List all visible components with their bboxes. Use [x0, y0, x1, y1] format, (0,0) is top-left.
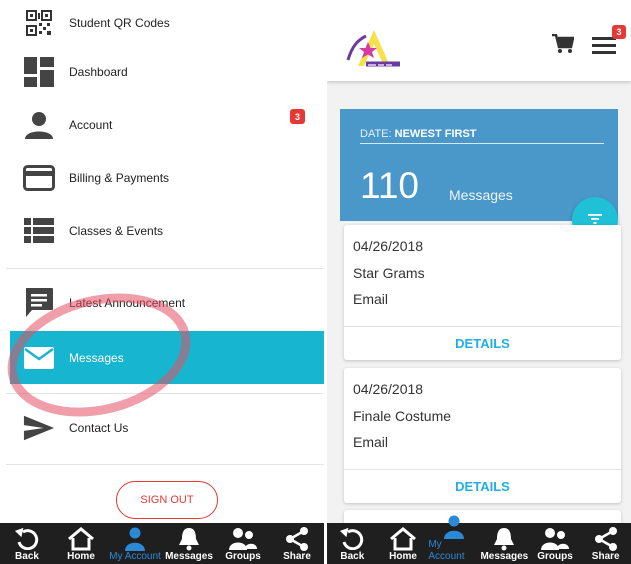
- sort-prefix: DATE:: [360, 128, 392, 140]
- menu-item-billing-payments[interactable]: Billing & Payments: [0, 151, 324, 204]
- messages-screen: 3 DATE: NEWEST FIRST 110 Messages 04/26/…: [327, 0, 631, 564]
- tab-label: Back: [15, 551, 39, 562]
- cart-icon[interactable]: [552, 33, 575, 59]
- menu-item-classes-events[interactable]: Classes & Events: [0, 204, 324, 257]
- back-icon: [15, 527, 39, 551]
- menu-item-account[interactable]: Account 3: [0, 98, 324, 151]
- tab-share[interactable]: Share: [270, 523, 324, 564]
- tab-home[interactable]: Home: [54, 523, 108, 564]
- sort-underline: [360, 143, 604, 144]
- account-menu-screen: Student QR Codes Dashboard Account 3 Bil…: [0, 0, 324, 564]
- sign-out-button[interactable]: SIGN OUT: [116, 481, 218, 519]
- mail-icon: [23, 342, 55, 374]
- tab-label: My Account: [109, 551, 161, 562]
- menu-label: Messages: [69, 350, 124, 365]
- menu-label: Dashboard: [69, 64, 128, 79]
- bell-icon: [493, 527, 515, 551]
- share-icon: [594, 527, 618, 551]
- sort-selector[interactable]: DATE: NEWEST FIRST: [360, 128, 477, 140]
- message-date: 04/26/2018: [353, 238, 424, 254]
- qr-code-icon: [23, 7, 55, 39]
- messages-summary-header: DATE: NEWEST FIRST 110 Messages: [340, 109, 618, 221]
- groups-icon: [228, 527, 258, 551]
- account-badge: 3: [290, 109, 305, 124]
- menu-item-contact-us[interactable]: Contact Us: [0, 401, 324, 454]
- menu-notification-badge: 3: [612, 25, 626, 39]
- tab-label: Groups: [537, 551, 573, 562]
- menu-divider: [6, 268, 324, 269]
- bell-icon: [178, 527, 200, 551]
- menu-item-latest-announcement[interactable]: Latest Announcement: [0, 276, 324, 329]
- menu-label: Latest Announcement: [69, 295, 186, 310]
- account-icon: [124, 527, 146, 551]
- credit-card-icon: [23, 162, 55, 194]
- back-icon: [340, 527, 364, 551]
- message-card[interactable]: 04/26/2018 Finale Costume Email DETAILS: [344, 368, 621, 503]
- tab-back[interactable]: Back: [0, 523, 54, 564]
- message-date: 04/26/2018: [353, 381, 424, 397]
- menu-label: Student QR Codes: [69, 15, 170, 30]
- tab-label: Share: [283, 551, 311, 562]
- tab-back[interactable]: Back: [327, 523, 378, 564]
- tab-my-account[interactable]: My Account: [428, 515, 479, 564]
- message-title: Star Grams: [353, 265, 425, 281]
- message-count: 110: [360, 165, 419, 206]
- tab-label: Back: [340, 551, 365, 562]
- details-button[interactable]: DETAILS: [344, 470, 621, 503]
- top-app-bar: 3: [327, 0, 631, 81]
- menu-label: Classes & Events: [69, 223, 164, 238]
- tab-label: Home: [389, 551, 417, 562]
- menu-label: Billing & Payments: [69, 170, 170, 185]
- tab-my-account[interactable]: My Account: [108, 523, 162, 564]
- menu-item-dashboard[interactable]: Dashboard: [0, 45, 324, 98]
- tab-messages[interactable]: Messages: [162, 523, 216, 564]
- groups-icon: [540, 527, 570, 551]
- tab-share[interactable]: Share: [580, 523, 631, 564]
- menu-divider: [6, 393, 324, 394]
- all-star-dance-logo[interactable]: [344, 26, 404, 75]
- message-type: Email: [353, 291, 389, 307]
- tab-label: Home: [67, 551, 95, 562]
- list-icon: [23, 215, 55, 247]
- details-button[interactable]: DETAILS: [344, 327, 621, 360]
- menu-divider: [6, 464, 324, 465]
- tab-label: My Account: [428, 539, 465, 562]
- tab-label: Messages: [480, 551, 529, 562]
- home-icon: [389, 527, 417, 551]
- chat-icon: [23, 287, 55, 319]
- tab-label: Share: [591, 551, 620, 562]
- menu-item-messages[interactable]: Messages: [10, 331, 324, 384]
- menu-label: Account: [69, 117, 113, 132]
- message-type: Email: [353, 434, 389, 450]
- tab-groups[interactable]: Groups: [530, 523, 581, 564]
- tab-label: Groups: [225, 551, 261, 562]
- dashboard-icon: [23, 56, 55, 88]
- person-icon: [23, 109, 55, 141]
- home-icon: [67, 527, 95, 551]
- share-icon: [285, 527, 309, 551]
- menu-label: Contact Us: [69, 420, 129, 435]
- account-icon: [443, 515, 465, 539]
- hamburger-menu-icon[interactable]: [592, 37, 616, 59]
- tab-label: Messages: [165, 551, 213, 562]
- tab-groups[interactable]: Groups: [216, 523, 270, 564]
- message-card[interactable]: 04/26/2018 Star Grams Email DETAILS: [344, 225, 621, 360]
- message-count-label: Messages: [449, 187, 513, 203]
- menu-item-student-qr-codes[interactable]: Student QR Codes: [0, 0, 324, 45]
- tab-home[interactable]: Home: [378, 523, 429, 564]
- message-title: Finale Costume: [353, 408, 452, 424]
- send-icon: [23, 412, 55, 444]
- bottom-tab-bar: Back Home My Account Messages Groups Sha…: [0, 523, 324, 564]
- tab-messages[interactable]: Messages: [479, 523, 530, 564]
- sort-value: NEWEST FIRST: [394, 128, 477, 140]
- bottom-tab-bar: Back Home My Account Messages Groups Sha…: [327, 515, 631, 564]
